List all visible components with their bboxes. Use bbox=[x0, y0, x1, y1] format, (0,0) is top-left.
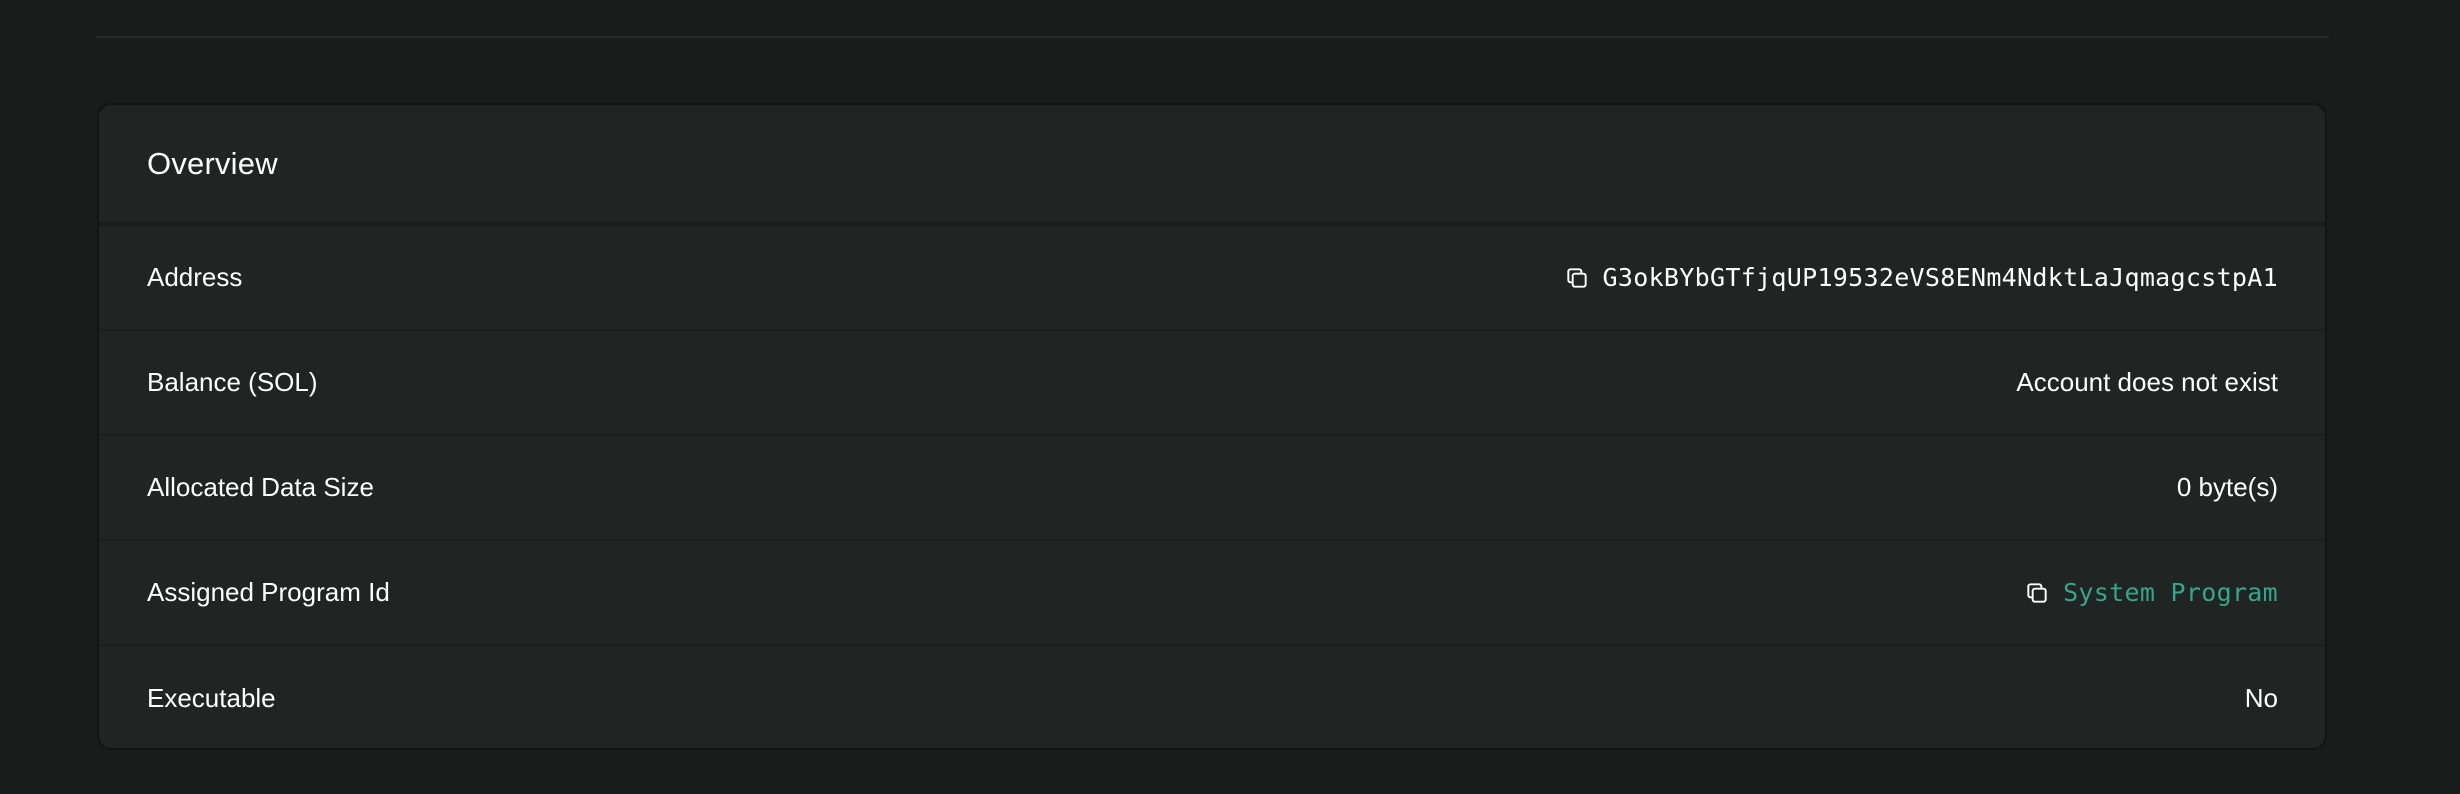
overview-table: Address G3okBYbGTfjqUP19532eVS8ENm4NdktL… bbox=[99, 226, 2325, 748]
table-row-data-size: Allocated Data Size 0 byte(s) bbox=[99, 436, 2325, 541]
program-id-label: Assigned Program Id bbox=[147, 577, 390, 607]
card-title: Overview bbox=[147, 145, 278, 181]
address-value: G3okBYbGTfjqUP19532eVS8ENm4NdktLaJqmagcs… bbox=[1602, 263, 2278, 292]
table-row-balance: Balance (SOL) Account does not exist bbox=[99, 331, 2325, 436]
table-row-executable: Executable No bbox=[99, 646, 2325, 748]
executable-label: Executable bbox=[147, 683, 276, 713]
address-value-group: G3okBYbGTfjqUP19532eVS8ENm4NdktLaJqmagcs… bbox=[1563, 263, 2278, 292]
page: Overview Address G3okBYbGTfjqUP19532eVS8… bbox=[0, 0, 2460, 794]
top-divider bbox=[96, 36, 2329, 38]
system-program-link[interactable]: System Program bbox=[2063, 578, 2278, 607]
balance-label: Balance (SOL) bbox=[147, 367, 318, 397]
data-size-label: Allocated Data Size bbox=[147, 472, 374, 502]
data-size-value: 0 byte(s) bbox=[2176, 472, 2278, 502]
table-row-address: Address G3okBYbGTfjqUP19532eVS8ENm4NdktL… bbox=[99, 226, 2325, 331]
address-label: Address bbox=[147, 262, 243, 292]
copy-icon[interactable] bbox=[2023, 579, 2051, 607]
overview-card: Overview Address G3okBYbGTfjqUP19532eVS8… bbox=[97, 103, 2327, 750]
card-header: Overview bbox=[99, 105, 2325, 226]
program-id-value-group: System Program bbox=[2023, 578, 2278, 607]
table-row-program-id: Assigned Program Id System Program bbox=[99, 541, 2325, 646]
balance-value: Account does not exist bbox=[2016, 367, 2278, 397]
copy-icon[interactable] bbox=[1563, 264, 1591, 292]
executable-value: No bbox=[2244, 683, 2278, 713]
